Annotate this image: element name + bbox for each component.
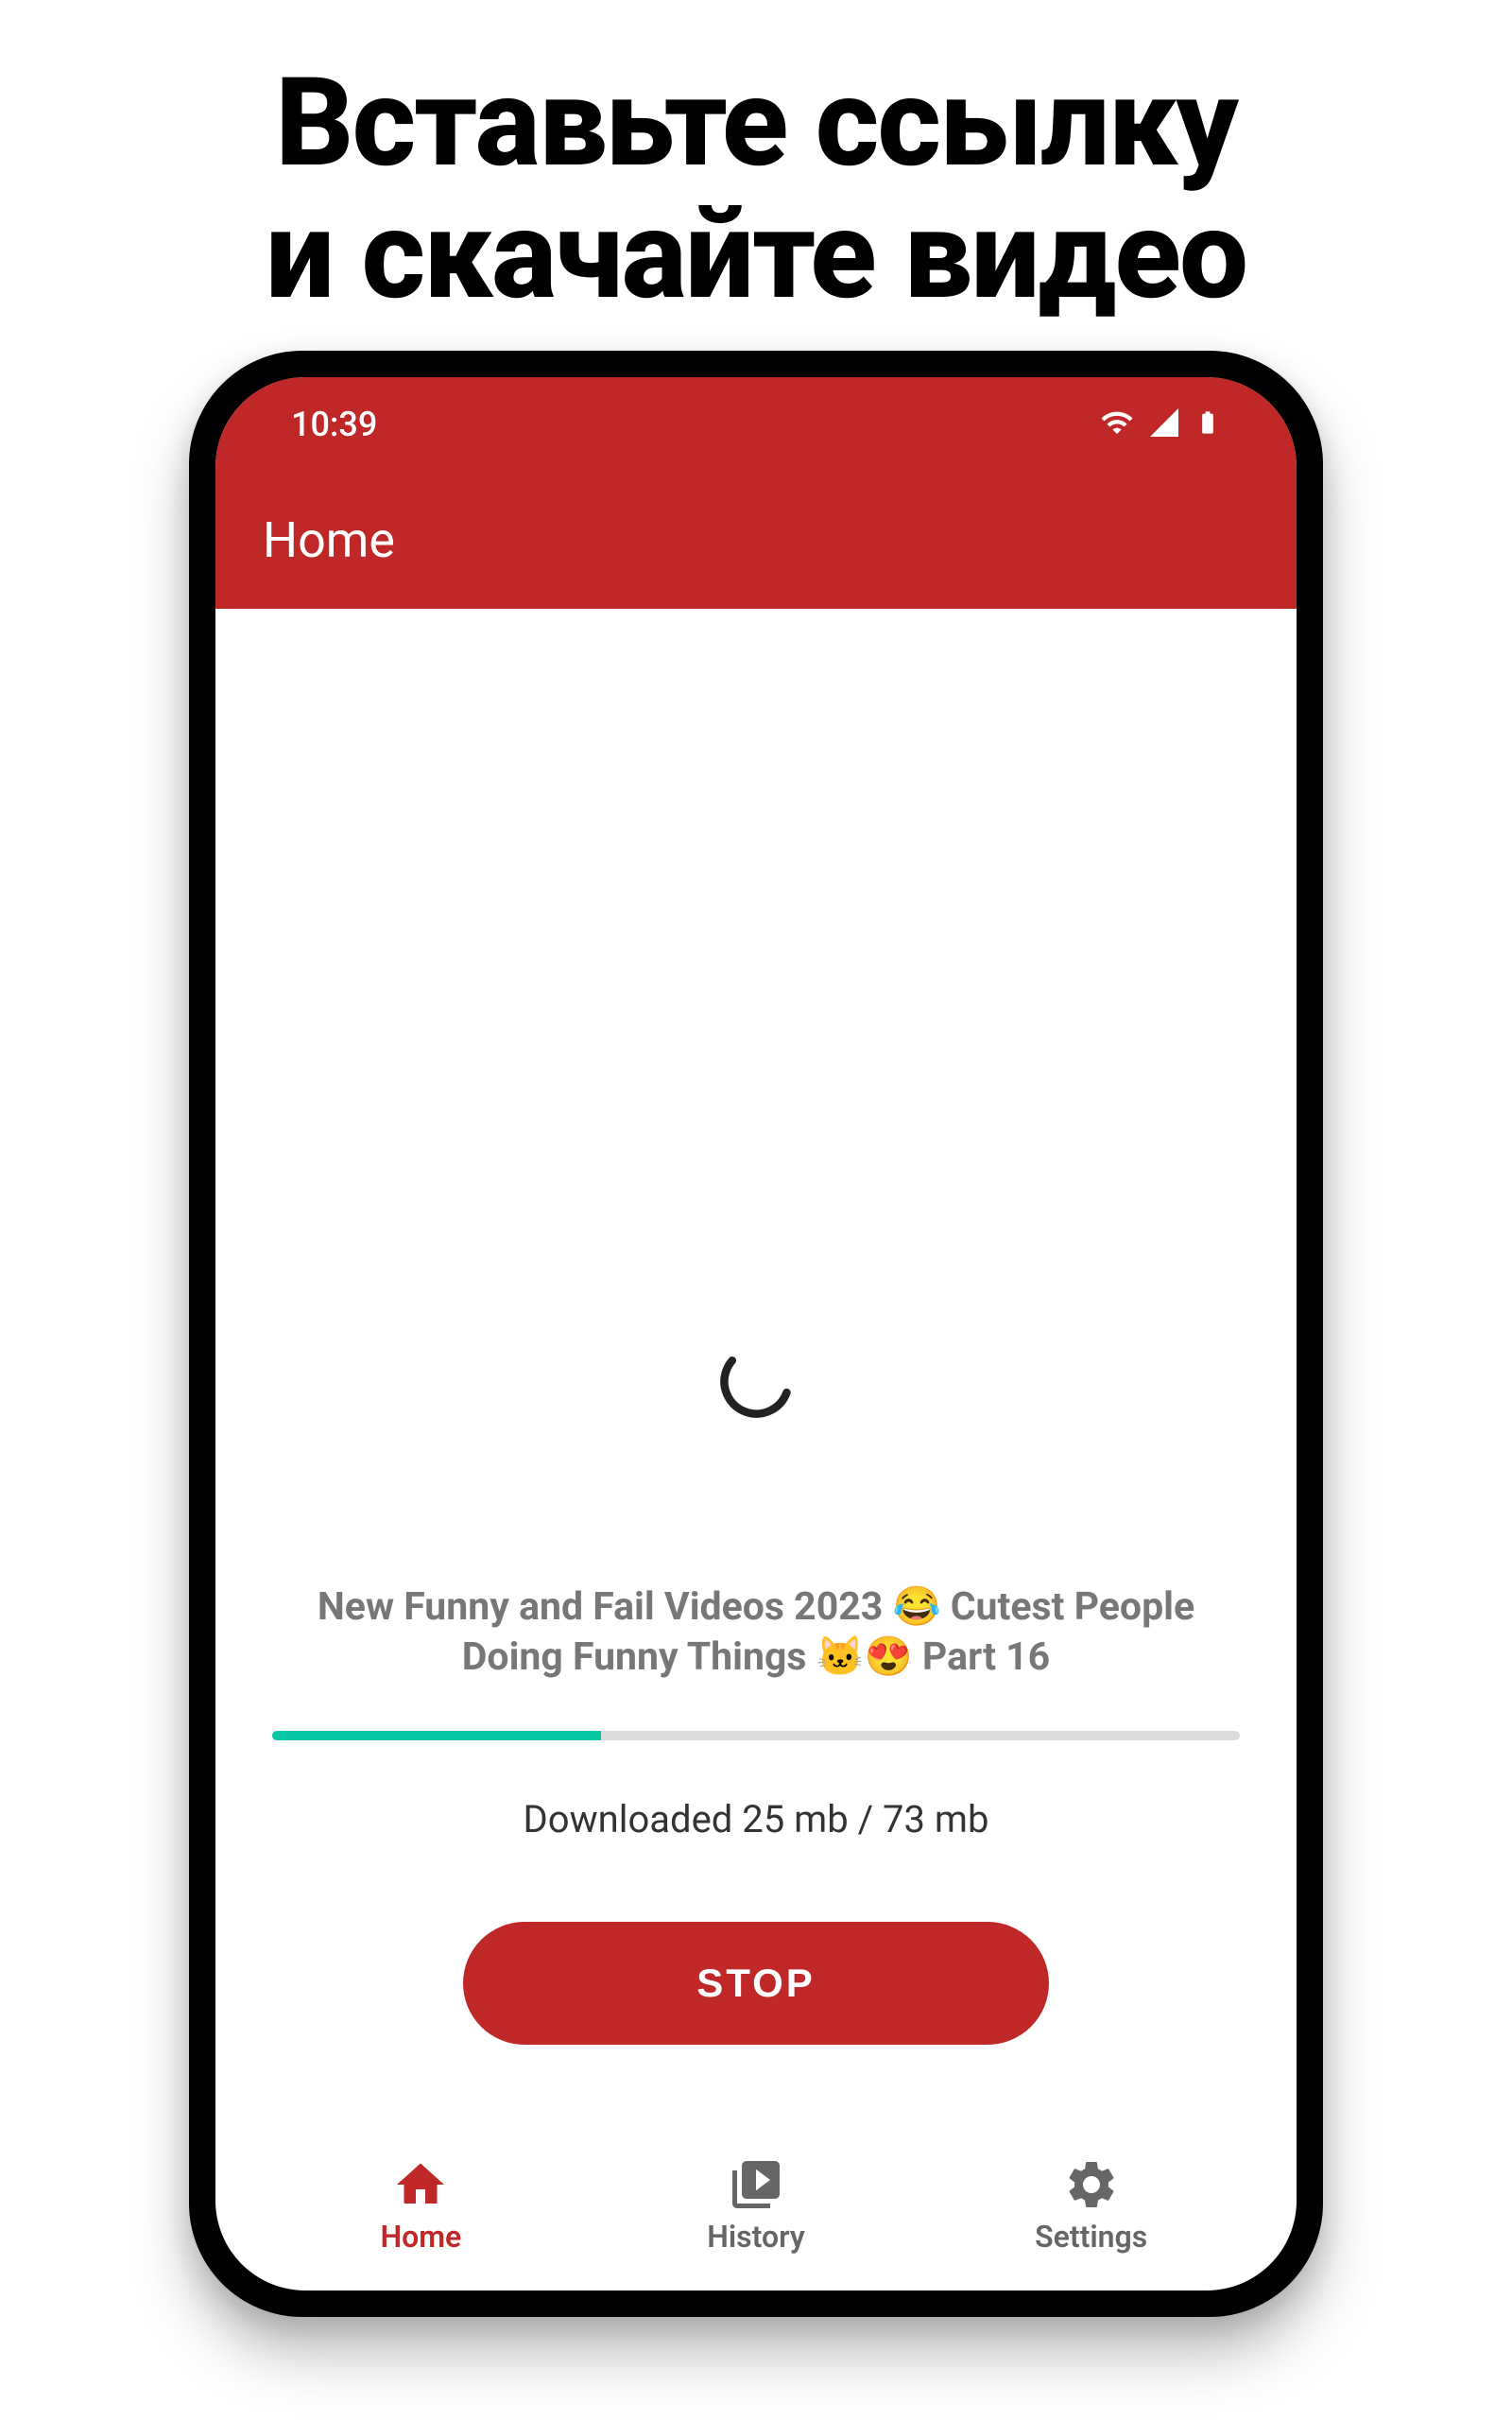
nav-label-home: Home [380,2219,461,2255]
loading-spinner-icon [716,1341,797,1422]
progress-fill [272,1731,601,1740]
nav-item-settings[interactable]: Settings [997,2156,1186,2255]
phone-screen: 10:39 Home New Funny a [215,377,1297,2290]
status-time: 10:39 [291,405,377,444]
promo-headline: Вставьте ссылку и скачайте видео [266,57,1246,322]
progress-bar [272,1731,1240,1740]
app-bar: Home [215,472,1297,609]
nav-item-history[interactable]: History [662,2156,850,2255]
nav-label-settings: Settings [1035,2219,1147,2255]
download-status: Downloaded 25 mb / 73 mb [524,1797,989,1841]
history-icon [728,2156,784,2213]
battery-icon [1194,406,1221,443]
promo-line1: Вставьте ссылку [266,57,1246,189]
nav-item-home[interactable]: Home [326,2156,515,2255]
status-bar: 10:39 [215,377,1297,472]
signal-icon [1147,406,1181,443]
app-bar-title: Home [263,511,395,569]
status-icons [1100,406,1221,443]
phone-frame: 10:39 Home New Funny a [189,351,1323,2317]
settings-icon [1063,2156,1120,2213]
bottom-nav: Home History Settings [215,2139,1297,2290]
stop-button[interactable]: STOP [463,1922,1049,2045]
home-icon [392,2156,449,2213]
main-content: New Funny and Fail Videos 2023 😂 Cutest … [215,609,1297,2139]
video-title: New Funny and Fail Videos 2023 😂 Cutest … [272,1582,1240,1684]
nav-label-history: History [707,2219,805,2255]
promo-line2: и скачайте видео [266,189,1246,321]
wifi-icon [1100,406,1134,443]
